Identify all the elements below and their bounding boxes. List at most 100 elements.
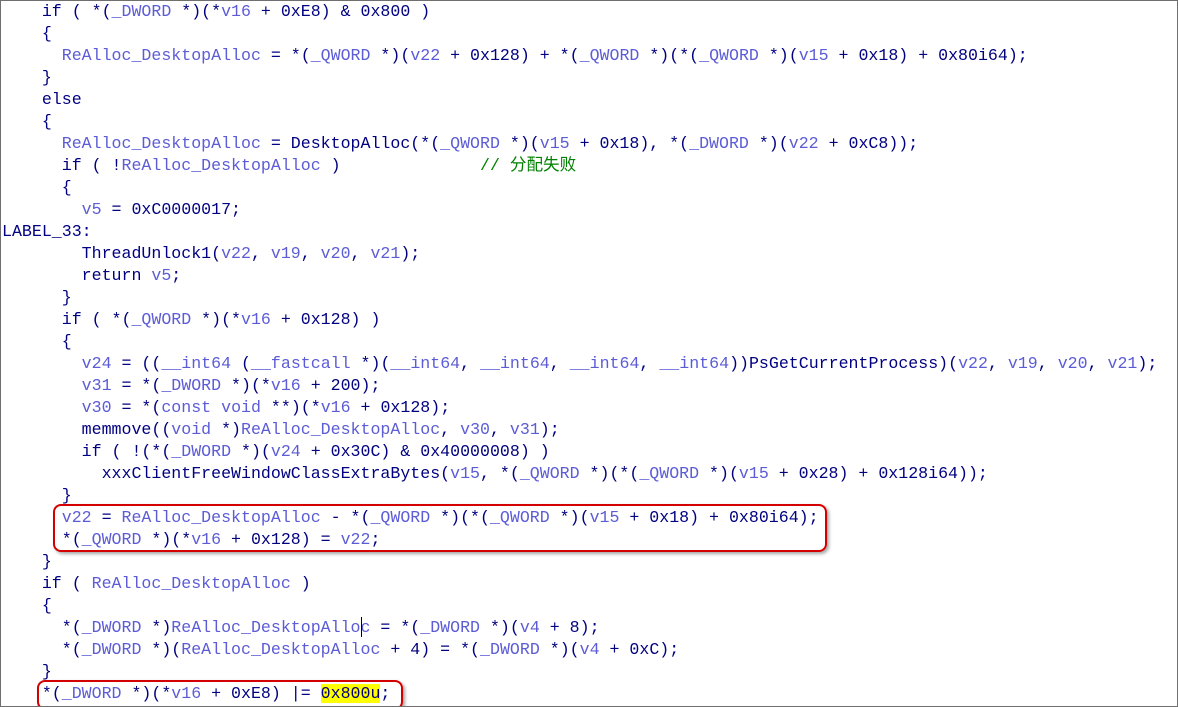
code-line[interactable]: ReAlloc_DesktopAlloc = DesktopAlloc(*(_Q…: [2, 133, 1177, 155]
code-identifier: ReAlloc_DesktopAlloc: [181, 640, 381, 659]
code-identifier: v24: [270, 442, 301, 461]
code-type: _DWORD: [161, 376, 222, 395]
code-line[interactable]: }: [2, 551, 1177, 573]
code-line[interactable]: if ( ReAlloc_DesktopAlloc ): [2, 573, 1177, 595]
code-type: __int64: [659, 354, 730, 373]
code-line[interactable]: ThreadUnlock1(v22, v19, v20, v21);: [2, 243, 1177, 265]
code-type: _DWORD: [61, 684, 122, 703]
code-identifier: v21: [370, 244, 401, 263]
code-identifier: v31: [509, 420, 540, 439]
code-type: _QWORD: [489, 508, 550, 527]
code-identifier: v22: [410, 46, 441, 65]
code-type: __int64: [161, 354, 232, 373]
code-line[interactable]: {: [2, 331, 1177, 353]
code-type: _DWORD: [171, 442, 232, 461]
code-line[interactable]: else: [2, 89, 1177, 111]
code-identifier: v4: [519, 618, 540, 637]
text-caret: [361, 617, 362, 637]
code-type: __int64: [569, 354, 640, 373]
code-identifier: v5: [81, 200, 102, 219]
code-identifier: ReAlloc_DesktopAlloc: [121, 156, 321, 175]
code-identifier: v31: [81, 376, 112, 395]
code-type: _DWORD: [480, 640, 540, 659]
code-identifier: v19: [270, 244, 301, 263]
code-line[interactable]: {: [2, 111, 1177, 133]
code-identifier: v30: [460, 420, 490, 439]
code-type: _DWORD: [420, 618, 481, 637]
code-identifier: ReAlloc_DesktopAlloc: [91, 574, 291, 593]
code-line[interactable]: v30 = *(const void **)(*v16 + 0x128);: [2, 397, 1177, 419]
code-identifier: ReAlloc_DesktopAlloc: [61, 134, 261, 153]
code-identifier: v15: [589, 508, 620, 527]
code-type: _QWORD: [370, 508, 431, 527]
code-identifier: v16: [241, 310, 271, 329]
code-type: void: [221, 398, 261, 417]
code-type: _DWORD: [111, 2, 172, 21]
code-line[interactable]: }: [2, 287, 1177, 309]
code-identifier: v16: [270, 376, 301, 395]
code-identifier: v15: [539, 134, 570, 153]
code-type: _QWORD: [579, 46, 640, 65]
code-type: __int64: [390, 354, 461, 373]
code-type: _QWORD: [131, 310, 192, 329]
code-identifier: v16: [320, 398, 351, 417]
code-type: __fastcall: [250, 354, 351, 373]
code-line[interactable]: *(_DWORD *)(*v16 + 0xE8) |= 0x800u;: [2, 683, 1177, 705]
code-identifier: v4: [579, 640, 600, 659]
code-line[interactable]: {: [2, 177, 1177, 199]
code-identifier: v5: [151, 266, 172, 285]
code-identifier: v22: [221, 244, 251, 263]
code-identifier: v20: [320, 244, 351, 263]
code-line[interactable]: *(_DWORD *)(ReAlloc_DesktopAlloc + 4) = …: [2, 639, 1177, 661]
code-line[interactable]: v5 = 0xC0000017;: [2, 199, 1177, 221]
code-type: void: [171, 420, 212, 439]
code-identifier: ReAlloc_DesktopAlloc: [61, 46, 261, 65]
code-identifier: v15: [798, 46, 829, 65]
code-identifier: v22: [61, 508, 92, 527]
code-type: _DWORD: [81, 618, 142, 637]
code-identifier: ReAlloc_DesktopAlloc: [121, 508, 321, 527]
code-identifier: v21: [1107, 354, 1138, 373]
code-identifier: v24: [81, 354, 112, 373]
code-line[interactable]: }: [2, 67, 1177, 89]
code-line[interactable]: memmove((void *)ReAlloc_DesktopAlloc, v3…: [2, 419, 1177, 441]
pseudocode-view[interactable]: if ( *(_DWORD *)(*v16 + 0xE8) & 0x800 ) …: [0, 0, 1178, 707]
code-line[interactable]: *(_QWORD *)(*v16 + 0x128) = v22;: [2, 529, 1177, 551]
code-line[interactable]: v31 = *(_DWORD *)(*v16 + 200);: [2, 375, 1177, 397]
code-line[interactable]: {: [2, 23, 1177, 45]
code-line[interactable]: *(_DWORD *)ReAlloc_DesktopAlloc = *(_DWO…: [2, 617, 1177, 639]
code-line[interactable]: LABEL_33:: [2, 221, 1177, 243]
code-type: _QWORD: [519, 464, 580, 483]
code-type: _QWORD: [310, 46, 371, 65]
code-line[interactable]: }: [2, 661, 1177, 683]
highlighted-token: 0x800u: [320, 684, 381, 703]
code-identifier: ReAlloc_DesktopAlloc: [171, 618, 371, 637]
code-comment: // 分配失败: [480, 156, 577, 175]
code-identifier: v22: [340, 530, 371, 549]
code-line[interactable]: if ( !ReAlloc_DesktopAlloc ) // 分配失败: [2, 155, 1177, 177]
code-identifier: v22: [958, 354, 988, 373]
code-line[interactable]: v22 = ReAlloc_DesktopAlloc - *(_QWORD *)…: [2, 507, 1177, 529]
code-identifier: v22: [788, 134, 819, 153]
code-line[interactable]: if ( !(*(_DWORD *)(v24 + 0x30C) & 0x4000…: [2, 441, 1177, 463]
code-line[interactable]: if ( *(_DWORD *)(*v16 + 0xE8) & 0x800 ): [2, 1, 1177, 23]
code-line[interactable]: v24 = ((__int64 (__fastcall *)(__int64, …: [2, 353, 1177, 375]
code-identifier: ReAlloc_DesktopAlloc: [241, 420, 441, 439]
code-identifier: v16: [171, 684, 202, 703]
code-line[interactable]: }: [2, 485, 1177, 507]
code-line[interactable]: xxxClientFreeWindowClassExtraBytes(v15, …: [2, 463, 1177, 485]
code-identifier: v30: [81, 398, 112, 417]
code-identifier: v16: [221, 2, 251, 21]
code-identifier: v19: [1007, 354, 1038, 373]
code-type: _QWORD: [440, 134, 500, 153]
code-line[interactable]: if ( *(_QWORD *)(*v16 + 0x128) ): [2, 309, 1177, 331]
code-type: _QWORD: [699, 46, 759, 65]
code-type: _DWORD: [689, 134, 749, 153]
code-type: _QWORD: [81, 530, 142, 549]
code-line[interactable]: {: [2, 595, 1177, 617]
code-type: __int64: [480, 354, 550, 373]
code-line[interactable]: ReAlloc_DesktopAlloc = *(_QWORD *)(v22 +…: [2, 45, 1177, 67]
code-listing[interactable]: if ( *(_DWORD *)(*v16 + 0xE8) & 0x800 ) …: [2, 1, 1177, 705]
code-type: const: [161, 398, 212, 417]
code-line[interactable]: return v5;: [2, 265, 1177, 287]
